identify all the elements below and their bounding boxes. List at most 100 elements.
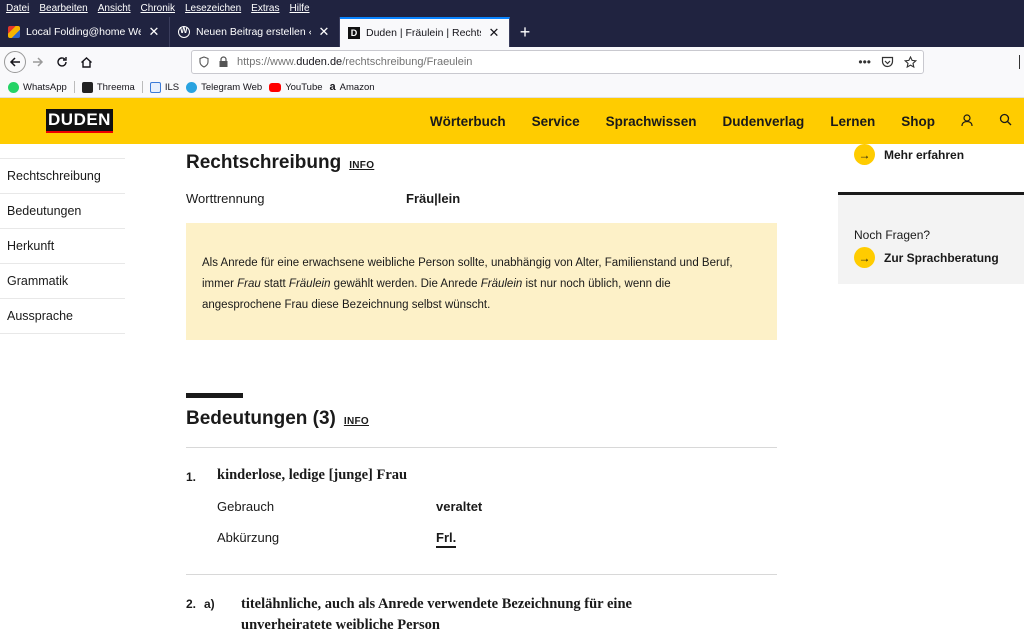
nav-shop[interactable]: Shop — [901, 114, 935, 129]
bedeutungen-heading: Bedeutungen (3) INFO — [186, 408, 369, 430]
mehr-erfahren-link[interactable]: → Mehr erfahren — [838, 144, 1024, 165]
gebrauch-label: Gebrauch — [217, 499, 275, 514]
menu-hilfe[interactable]: Hilfe — [290, 3, 310, 14]
notice-text: ist nur noch üblich, wenn die — [522, 278, 671, 290]
definition-line: unverheiratete weibliche Person — [241, 617, 440, 633]
notice-line: angesprochene Frau diese Bezeichnung sel… — [202, 299, 491, 311]
sidebar-item-aussprache[interactable]: Aussprache — [0, 299, 125, 334]
forward-button[interactable] — [26, 50, 50, 74]
meaning-sub-letter: a) — [204, 597, 215, 611]
duden-icon: D — [348, 27, 360, 39]
sidebar-item-rechtschreibung[interactable]: Rechtschreibung — [0, 159, 125, 194]
nav-dudenverlag[interactable]: Dudenverlag — [722, 114, 804, 129]
abkuerzung-label: Abkürzung — [217, 530, 280, 545]
more-actions-icon[interactable]: ••• — [858, 55, 871, 69]
bookmark-separator — [73, 81, 75, 93]
menu-ansicht[interactable]: Ansicht — [98, 3, 131, 14]
duden-logo[interactable]: DUDEN — [46, 109, 113, 133]
meaning-definition: titelähnliche, auch als Anrede verwendet… — [241, 594, 632, 636]
bookmark-label: Telegram Web — [201, 81, 263, 93]
url-path: /rechtschreibung/Fraeulein — [342, 56, 473, 68]
menu-chronik[interactable]: Chronik — [141, 3, 175, 14]
shield-icon[interactable] — [198, 56, 210, 68]
entry-sidebar: Rechtschreibung Bedeutungen Herkunft Gra… — [0, 158, 125, 334]
menu-extras[interactable]: Extras — [251, 3, 279, 14]
star-icon[interactable] — [904, 55, 917, 69]
lock-icon[interactable] — [218, 56, 229, 68]
aside-question: Noch Fragen? — [854, 228, 931, 242]
bookmark-label: Amazon — [339, 81, 375, 93]
sidebar-item-bedeutungen[interactable]: Bedeutungen — [0, 194, 125, 229]
section-title: Rechtschreibung — [186, 152, 342, 173]
gebrauch-row: Gebrauch veraltet — [217, 499, 482, 514]
arrow-left-icon — [9, 57, 20, 67]
gebrauch-value: veraltet — [436, 499, 483, 514]
nav-service[interactable]: Service — [532, 114, 580, 129]
worttrennung-row: Worttrennung Fräu|lein — [186, 191, 460, 206]
sprachberatung-link[interactable]: → Zur Sprachberatung — [854, 247, 1008, 268]
close-icon[interactable]: ✕ — [147, 24, 161, 40]
notice-line: immer Frau statt Fräulein gewählt werden… — [202, 274, 761, 295]
ils-icon — [149, 81, 161, 93]
meaning-number: 2. — [186, 597, 197, 611]
divider — [186, 574, 777, 575]
bookmark-threema[interactable]: Threema — [81, 81, 135, 93]
close-icon[interactable]: ✕ — [487, 25, 501, 41]
divider — [186, 447, 777, 448]
tab-strip: Local Folding@home Web Con ✕ Neuen Beitr… — [0, 17, 1024, 47]
notice-emphasis: Frau — [237, 278, 261, 290]
arrow-right-icon: → — [854, 144, 875, 165]
sprachberatung-box: Noch Fragen? → Zur Sprachberatung — [838, 192, 1024, 284]
url-prefix: https://www. — [237, 56, 297, 68]
tab-wordpress[interactable]: Neuen Beitrag erstellen ‹ Penni ✕ — [170, 17, 340, 47]
meaning-definition: kinderlose, ledige [junge] Frau — [217, 467, 408, 483]
new-tab-button[interactable]: + — [510, 17, 540, 47]
user-icon[interactable] — [948, 113, 986, 130]
notice-text: gewählt werden. Die Anrede — [330, 278, 481, 290]
section-marker — [186, 393, 243, 398]
bookmark-label: YouTube — [285, 81, 323, 93]
bookmarks-bar: WhatsApp Threema ILS Telegram Web YouTub… — [0, 77, 1024, 98]
tab-duden[interactable]: D Duden | Fräulein | Rechtschreib ✕ — [340, 17, 510, 47]
whatsapp-icon — [8, 81, 19, 93]
nav-lernen[interactable]: Lernen — [830, 114, 875, 129]
info-link[interactable]: INFO — [349, 160, 374, 171]
nav-sprachwissen[interactable]: Sprachwissen — [606, 114, 697, 129]
arrow-right-icon — [33, 57, 44, 67]
bookmark-whatsapp[interactable]: WhatsApp — [8, 81, 67, 93]
tab-folding[interactable]: Local Folding@home Web Con ✕ — [0, 17, 170, 47]
youtube-icon — [269, 82, 282, 92]
bookmark-ils[interactable]: ILS — [149, 81, 179, 93]
bookmark-telegram[interactable]: Telegram Web — [186, 81, 263, 93]
link-label: Mehr erfahren — [884, 147, 965, 162]
search-icon[interactable] — [986, 113, 1024, 129]
sidebar-item-herkunft[interactable]: Herkunft — [0, 229, 125, 264]
notice-line: Als Anrede für eine erwachsene weibliche… — [202, 257, 733, 269]
home-button[interactable] — [74, 50, 98, 74]
reload-button[interactable] — [50, 50, 74, 74]
bookmark-youtube[interactable]: YouTube — [269, 81, 323, 93]
url-domain: duden.de — [296, 56, 343, 68]
amazon-icon: a — [329, 81, 336, 93]
close-icon[interactable]: ✕ — [317, 24, 331, 40]
toolbar-divider — [1019, 55, 1020, 69]
bookmark-amazon[interactable]: a Amazon — [330, 81, 375, 93]
pocket-icon[interactable] — [881, 56, 894, 68]
menu-bearbeiten[interactable]: Bearbeiten — [39, 3, 87, 14]
menu-datei[interactable]: Datei — [6, 3, 29, 14]
definition-line: titelähnliche, auch als Anrede verwendet… — [241, 596, 632, 612]
rechtschreibung-heading: Rechtschreibung INFO — [186, 152, 374, 174]
back-button[interactable] — [4, 51, 26, 73]
worttrennung-label: Worttrennung — [186, 191, 265, 206]
nav-woerterbuch[interactable]: Wörterbuch — [430, 114, 506, 129]
menu-lesezeichen[interactable]: Lesezeichen — [185, 3, 241, 14]
link-label: Zur Sprachberatung — [884, 250, 999, 265]
address-bar[interactable]: https://www. duden.de/rechtschreibung/Fra… — [191, 50, 924, 74]
sidebar-item-grammatik[interactable]: Grammatik — [0, 264, 125, 299]
threema-icon — [81, 81, 93, 93]
bookmark-label: WhatsApp — [23, 81, 67, 93]
notice-text: statt — [260, 278, 289, 290]
info-link[interactable]: INFO — [344, 416, 369, 427]
bookmark-label: Threema — [96, 81, 135, 93]
aside-more-info: → Mehr erfahren — [838, 144, 1024, 170]
